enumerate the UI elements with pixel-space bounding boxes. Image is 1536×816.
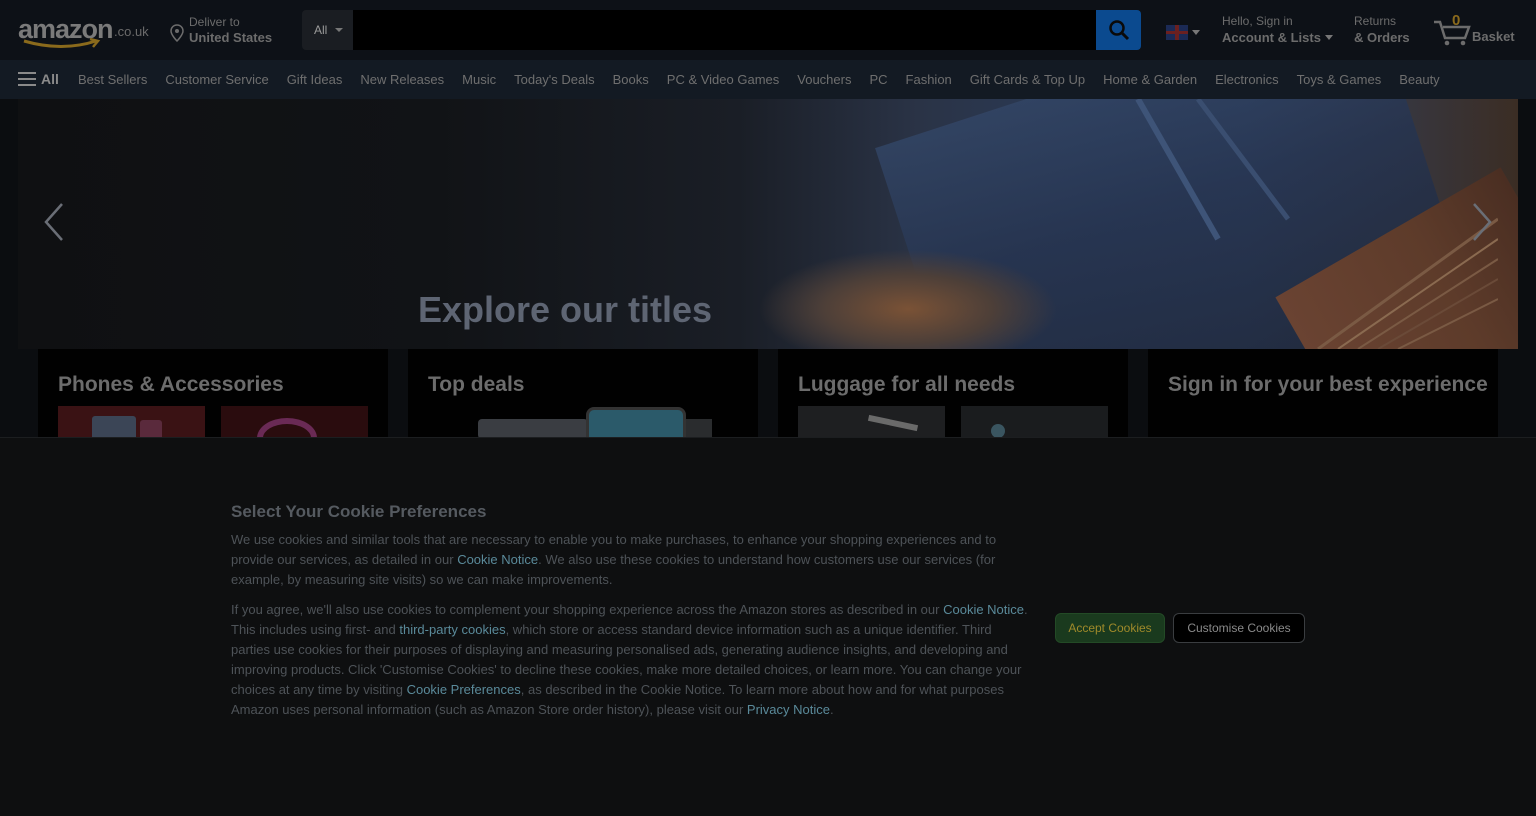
- basket-button[interactable]: 0 Basket: [1432, 12, 1524, 48]
- cookie-banner: Select Your Cookie Preferences We use co…: [0, 437, 1536, 816]
- cookie-text: Select Your Cookie Preferences We use co…: [231, 502, 1031, 730]
- hero-image-pages: [1135, 99, 1498, 349]
- cookie-preferences-link[interactable]: Cookie Preferences: [407, 682, 521, 697]
- card-title: Phones & Accessories: [58, 373, 284, 396]
- top-navbar: amazon .co.uk Deliver to United States A…: [0, 0, 1536, 60]
- cart-icon: [1434, 20, 1471, 46]
- hero-carousel[interactable]: Explore our titles: [18, 99, 1518, 349]
- privacy-notice-link[interactable]: Privacy Notice: [747, 702, 830, 717]
- card-title: Sign in for your best experience: [1168, 373, 1488, 396]
- nav-link-gift-cards[interactable]: Gift Cards & Top Up: [970, 72, 1085, 87]
- card-title: Top deals: [428, 373, 525, 396]
- product-image[interactable]: [586, 407, 686, 439]
- nav-link-books[interactable]: Books: [613, 72, 649, 87]
- product-image[interactable]: [798, 406, 945, 439]
- language-selector[interactable]: [1166, 22, 1206, 42]
- carousel-next-icon[interactable]: [1466, 200, 1496, 244]
- nav-link-vouchers[interactable]: Vouchers: [797, 72, 851, 87]
- nav-link-best-sellers[interactable]: Best Sellers: [78, 72, 147, 87]
- card-sign-in[interactable]: Sign in for your best experience: [1148, 349, 1498, 439]
- nav-link-fashion[interactable]: Fashion: [906, 72, 952, 87]
- nav-link-new-releases[interactable]: New Releases: [360, 72, 444, 87]
- main-navbar: All Best Sellers Customer Service Gift I…: [0, 60, 1536, 99]
- nav-link-customer-service[interactable]: Customer Service: [165, 72, 268, 87]
- cookie-notice-link[interactable]: Cookie Notice: [943, 602, 1024, 617]
- all-menu-label: All: [41, 71, 59, 87]
- customise-cookies-button[interactable]: Customise Cookies: [1173, 613, 1305, 643]
- all-menu-button[interactable]: All: [18, 71, 59, 87]
- nav-link-home-garden[interactable]: Home & Garden: [1103, 72, 1197, 87]
- card-luggage[interactable]: Luggage for all needs: [778, 349, 1128, 439]
- carousel-prev-icon[interactable]: [40, 200, 70, 244]
- orders-label: & Orders: [1354, 30, 1410, 45]
- product-image[interactable]: [221, 406, 368, 439]
- logo-tld: .co.uk: [114, 24, 149, 39]
- card-title: Luggage for all needs: [798, 373, 1016, 396]
- account-greeting: Hello, Sign in: [1222, 14, 1293, 28]
- nav-links: Best Sellers Customer Service Gift Ideas…: [78, 72, 1458, 87]
- smile-arrow-icon: [23, 38, 101, 48]
- chevron-down-icon: [335, 28, 344, 32]
- product-image[interactable]: [961, 406, 1108, 439]
- cookie-paragraph-2: If you agree, we'll also use cookies to …: [231, 602, 1028, 717]
- search-category-dropdown[interactable]: All: [302, 10, 353, 50]
- hamburger-icon: [18, 72, 36, 86]
- product-image[interactable]: [58, 406, 205, 439]
- search-input[interactable]: [353, 10, 1096, 50]
- uk-flag-icon: [1166, 24, 1188, 40]
- accept-cookies-button[interactable]: Accept Cookies: [1055, 613, 1165, 643]
- chevron-down-icon: [1192, 29, 1200, 35]
- account-label: Account & Lists: [1222, 30, 1321, 45]
- nav-link-todays-deals[interactable]: Today's Deals: [514, 72, 595, 87]
- deliver-location: United States: [189, 30, 273, 45]
- search-button[interactable]: [1096, 10, 1141, 50]
- nav-link-music[interactable]: Music: [462, 72, 496, 87]
- search-category-label: All: [314, 23, 328, 37]
- cookie-notice-link[interactable]: Cookie Notice: [457, 552, 538, 567]
- amazon-logo[interactable]: amazon .co.uk: [16, 10, 156, 50]
- card-top-deals[interactable]: Top deals: [408, 349, 758, 439]
- nav-link-electronics[interactable]: Electronics: [1215, 72, 1279, 87]
- deliver-to[interactable]: Deliver to United States: [168, 14, 288, 46]
- third-party-cookies-link[interactable]: third-party cookies: [399, 622, 505, 637]
- returns-orders[interactable]: Returns & Orders: [1354, 14, 1424, 46]
- product-image[interactable]: [478, 419, 588, 439]
- basket-label: Basket: [1472, 29, 1515, 44]
- card-phones-accessories[interactable]: Phones & Accessories: [38, 349, 388, 439]
- chevron-down-icon: [1324, 35, 1333, 40]
- account-lists[interactable]: Hello, Sign in Account & Lists: [1222, 14, 1342, 46]
- search-icon: [1108, 20, 1129, 41]
- cookie-paragraph-1: We use cookies and similar tools that ar…: [231, 532, 997, 587]
- nav-link-pc[interactable]: PC: [869, 72, 887, 87]
- hero-title: Explore our titles: [418, 289, 713, 330]
- nav-link-beauty[interactable]: Beauty: [1399, 72, 1439, 87]
- deliver-label: Deliver to: [189, 15, 240, 29]
- returns-label: Returns: [1354, 14, 1397, 28]
- nav-link-pc-video-games[interactable]: PC & Video Games: [667, 72, 779, 87]
- search-bar: All: [302, 10, 1141, 50]
- location-pin-icon: [170, 24, 184, 42]
- cookie-title: Select Your Cookie Preferences: [231, 502, 487, 521]
- nav-link-gift-ideas[interactable]: Gift Ideas: [287, 72, 343, 87]
- nav-link-toys-games[interactable]: Toys & Games: [1297, 72, 1382, 87]
